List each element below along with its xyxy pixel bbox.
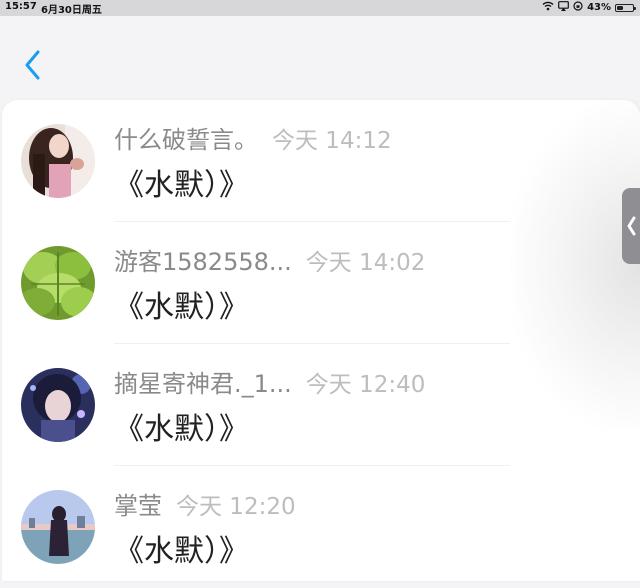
wifi-icon	[542, 1, 554, 14]
list-item[interactable]: 游客1582558... 今天 14:02 《水默）》	[2, 222, 640, 344]
comment-text: 《水默）》	[114, 290, 249, 325]
chevron-left-icon	[627, 216, 636, 236]
battery-percent: 43%	[587, 2, 611, 13]
comment-text: 《水默）》	[114, 534, 249, 569]
battery-fill	[617, 5, 624, 10]
status-indicators: 43%	[542, 1, 636, 14]
comment-list: 什么破誓言。 今天 14:12 《水默）》 游客1582558... 今天 14:0…	[2, 100, 640, 581]
avatar[interactable]	[21, 368, 95, 442]
list-item[interactable]: 什么破誓言。 今天 14:12 《水默）》	[2, 100, 640, 222]
top-nav-bar	[0, 16, 640, 98]
rotation-lock-icon	[573, 1, 583, 14]
screen-mirror-icon	[558, 1, 569, 14]
list-item[interactable]: 摘星寄神君._1... 今天 12:40 《水默）》	[2, 344, 640, 466]
username[interactable]: 什么破誓言。	[114, 126, 258, 154]
status-bar: 15:57 6月30日周五 43%	[0, 0, 640, 16]
list-item[interactable]: 掌莹 今天 12:20 《水默）》	[2, 466, 640, 588]
battery-icon	[615, 3, 636, 12]
username[interactable]: 摘星寄神君._1...	[114, 370, 292, 398]
comment-text: 《水默）》	[114, 412, 249, 447]
username[interactable]: 掌莹	[114, 492, 162, 520]
status-time: 15:57	[5, 1, 37, 12]
avatar[interactable]	[21, 490, 95, 564]
avatar[interactable]	[21, 124, 95, 198]
timestamp: 今天 12:40	[305, 372, 426, 398]
username[interactable]: 游客1582558...	[114, 248, 292, 276]
back-button[interactable]	[18, 44, 50, 84]
side-panel-handle[interactable]	[622, 188, 640, 264]
timestamp: 今天 14:02	[305, 250, 426, 276]
status-date: 6月30日周五	[41, 5, 102, 16]
timestamp: 今天 12:20	[176, 494, 296, 520]
avatar[interactable]	[21, 246, 95, 320]
chevron-left-icon	[25, 50, 40, 80]
comment-text: 《水默）》	[114, 168, 249, 203]
timestamp: 今天 14:12	[272, 128, 392, 154]
